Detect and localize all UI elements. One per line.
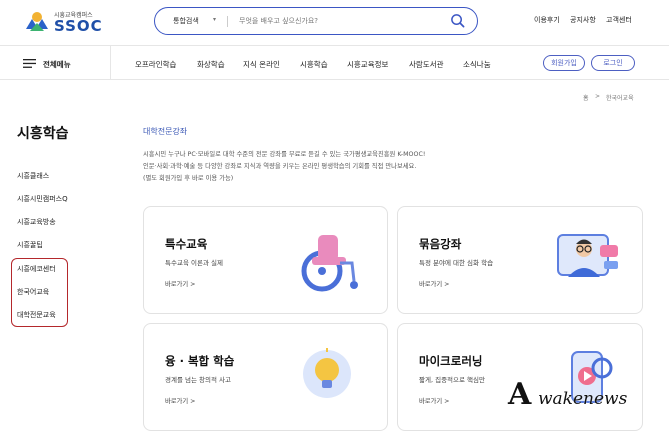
search-icon[interactable] [450,13,465,28]
sidebar-item-university[interactable]: 대학전문교육 [17,310,56,320]
card-title: 마이크로러닝 [419,354,483,368]
card-title: 특수교육 [165,237,208,251]
sidebar-title: 시흥학습 [17,126,69,142]
breadcrumb-home[interactable]: 홈 [583,93,589,102]
card-link[interactable]: 바로가기 > [165,396,195,405]
card-subtitle: 경계를 넘는 창의적 사고 [165,376,231,384]
card-subtitle: 특수교육 이론과 실제 [165,259,223,267]
sidebar-item-tips[interactable]: 시흥꿀팁 [17,240,43,250]
sidebar-item-class[interactable]: 시흥클래스 [17,171,49,181]
breadcrumb-current: 한국어교육 [606,95,634,102]
description-line: 인문·사회·과학·예술 등 다양한 강좌로 지식과 역량을 키우는 온라인 평생… [143,163,417,170]
card-title: 묶음강좌 [419,237,462,251]
sidebar-item-campus-q[interactable]: 시흥시민캠퍼스Q [17,194,68,204]
sidebar-item-eco-center[interactable]: 시흥에코센터 [17,264,56,274]
sidebar-item-broadcast[interactable]: 시흥교육방송 [17,217,56,227]
nav-divider [110,46,111,80]
customer-center-link[interactable]: 고객센터 [606,15,632,25]
sidebar-item-korean[interactable]: 한국어교육 [17,287,49,297]
site-logo[interactable]: 시흥교육캠퍼스 SSOC [22,7,132,37]
all-menu-button[interactable]: 전체메뉴 [23,57,83,71]
card-subtitle: 특정 분야에 대한 심화 학습 [419,259,494,267]
watermark-logo: A wakenews [506,377,656,413]
nav-item-education-info[interactable]: 시흥교육정보 [347,59,388,70]
card-subtitle: 짧게, 집중적으로 핵심만 [419,376,485,384]
main-nav: 전체메뉴 오프라인학습 화상학습 지식 온라인 시흥학습 시흥교육정보 사람도서… [0,46,669,80]
login-button[interactable]: 로그인 [591,55,635,71]
card-convergence-learning[interactable]: 융 · 복합 학습 경계를 넘는 창의적 사고 바로가기 > [143,323,388,431]
wheelchair-icon [301,235,358,292]
card-title: 융 · 복합 학습 [165,354,235,368]
card-bundle-course[interactable]: 묶음강좌 특정 분야에 대한 심화 학습 바로가기 > [397,206,643,314]
nav-item-news[interactable]: 소식나눔 [463,59,491,70]
chevron-down-icon: ▾ [213,16,217,23]
notice-link[interactable]: 공지사항 [570,15,596,25]
logo-title: SSOC [54,17,103,35]
search-category-select[interactable]: 통합검색 [173,16,199,26]
nav-item-video[interactable]: 화상학습 [197,59,225,70]
section-title: 대학전문강좌 [143,127,188,136]
nav-item-knowledge[interactable]: 지식 온라인 [243,59,280,70]
breadcrumb-separator: > [595,93,601,100]
watermark-letter: A [508,377,532,412]
hamburger-icon [23,59,36,68]
search-divider [227,16,228,27]
card-link[interactable]: 바로가기 > [419,279,449,288]
card-link[interactable]: 바로가기 > [165,279,195,288]
nav-item-offline[interactable]: 오프라인학습 [135,59,176,70]
nav-item-human-library[interactable]: 사람도서관 [409,59,444,70]
lightbulb-icon [303,348,351,398]
nav-item-siheung-learning[interactable]: 시흥학습 [300,59,328,70]
all-menu-label: 전체메뉴 [43,60,71,69]
description-line: (별도 회원가입 후 바로 이용 가능) [143,175,234,182]
signup-button[interactable]: 회원가입 [543,55,585,71]
card-special-education[interactable]: 특수교육 특수교육 이론과 실제 바로가기 > [143,206,388,314]
online-lecture-icon [557,234,618,277]
search-bar: 통합검색 ▾ 무엇을 배우고 싶으신가요? [154,7,478,35]
reviews-link[interactable]: 이용후기 [534,15,560,25]
watermark-text: wakenews [538,389,628,409]
description-line: 시흥시민 누구나 PC·모바일로 대학 수준의 전문 강좌를 무료로 듣길 수 … [143,151,426,158]
search-input[interactable]: 무엇을 배우고 싶으신가요? [239,16,318,26]
card-link[interactable]: 바로가기 > [419,396,449,405]
site-header: 시흥교육캠퍼스 SSOC 통합검색 ▾ 무엇을 배우고 싶으신가요? 이용후기 … [0,0,669,46]
logo-mark-icon [26,12,48,31]
